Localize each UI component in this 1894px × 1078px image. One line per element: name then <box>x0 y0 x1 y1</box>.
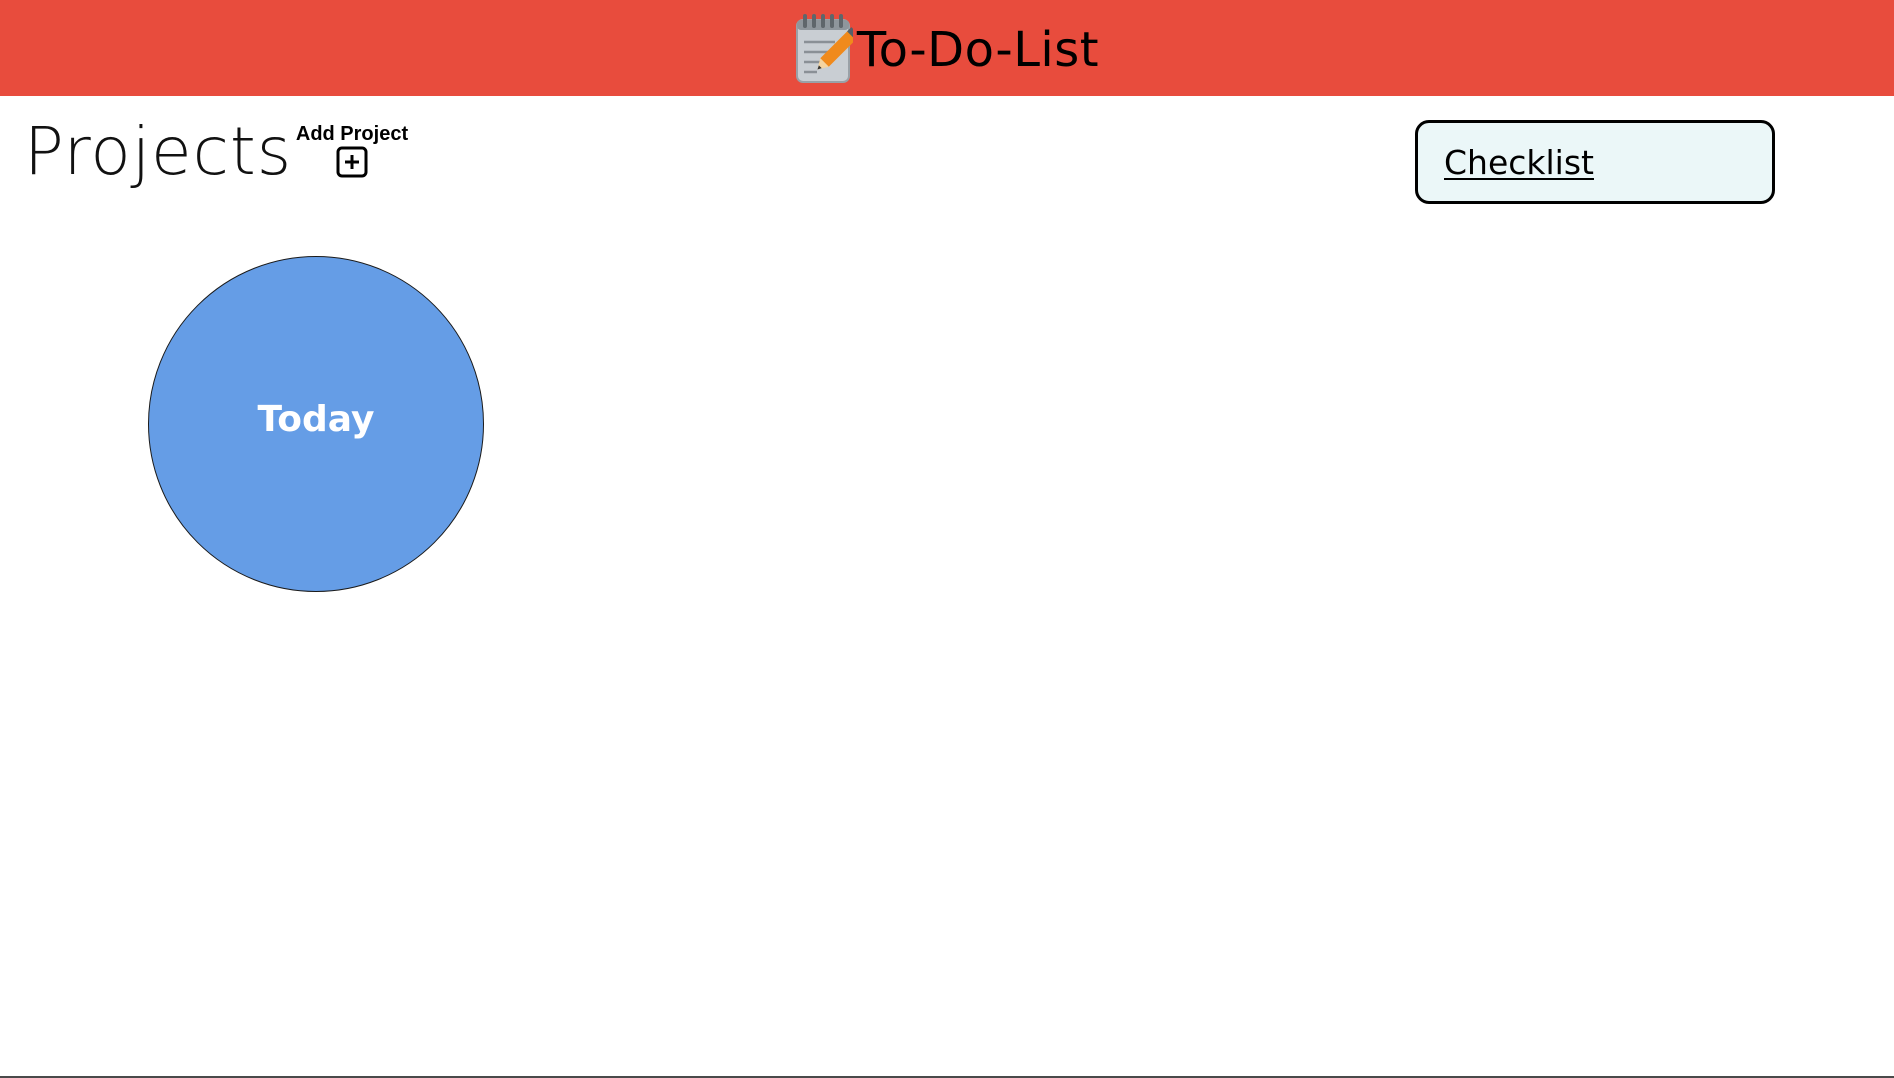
checklist-link[interactable]: Checklist <box>1444 143 1594 182</box>
checklist-button[interactable]: Checklist <box>1415 120 1775 204</box>
projects-heading: Projects <box>24 113 293 190</box>
app-header: To-Do-List <box>0 0 1894 96</box>
app-page: To-Do-List Projects Add Project Checklis… <box>0 0 1894 1078</box>
project-circle-today[interactable]: Today <box>148 256 484 592</box>
project-name: Today <box>257 398 375 440</box>
add-project-label: Add Project <box>295 123 409 145</box>
plus-square-icon[interactable] <box>336 146 368 178</box>
add-project-button[interactable]: Add Project <box>292 122 412 178</box>
header-brand: To-Do-List <box>795 12 1099 84</box>
app-title: To-Do-List <box>856 22 1100 78</box>
notepad-pencil-icon <box>795 14 853 83</box>
